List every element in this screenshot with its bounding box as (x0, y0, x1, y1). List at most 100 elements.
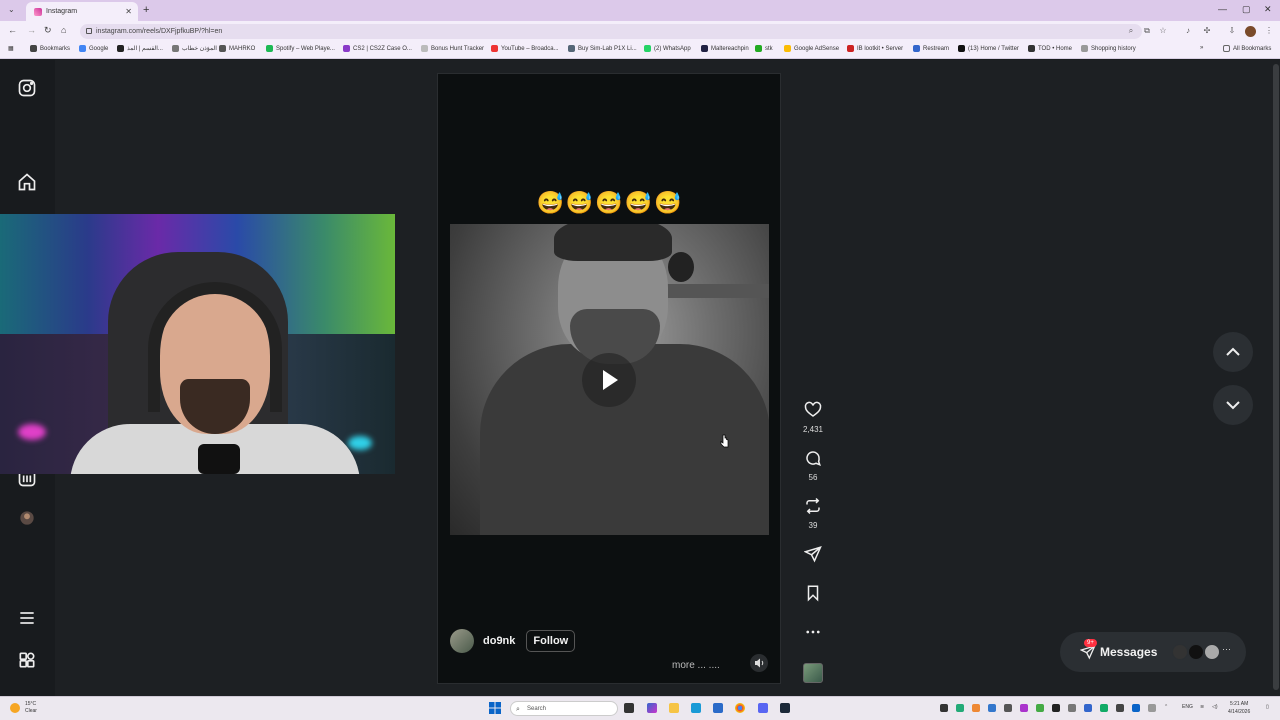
save-action[interactable] (800, 584, 826, 607)
bookmark-item[interactable]: (13) Home / Twitter (958, 45, 1019, 52)
previous-reel-button[interactable] (1213, 332, 1253, 372)
tray-app-icon[interactable] (1020, 704, 1028, 712)
tray-app-icon[interactable] (1052, 704, 1060, 712)
bookmark-item[interactable]: Bonus Hunt Tracker (421, 45, 484, 52)
next-reel-button[interactable] (1213, 385, 1253, 425)
bookmark-item[interactable]: المؤذن خطاب (172, 45, 217, 52)
browser-tab-instagram[interactable]: Instagram ✕ (26, 2, 138, 21)
downloads-icon[interactable]: ⇩ (1227, 26, 1237, 36)
instagram-logo-icon[interactable] (17, 78, 37, 98)
menu-kebab-icon[interactable]: ⋮ (1264, 26, 1274, 36)
reload-icon[interactable]: ↻ (44, 25, 52, 36)
home-icon[interactable] (17, 172, 37, 192)
tab-search-icon[interactable]: ⌄ (8, 5, 15, 14)
bookmark-item[interactable]: Google AdSense (784, 45, 839, 52)
audio-thumbnail[interactable] (803, 663, 823, 683)
page-scrollbar[interactable] (1272, 60, 1280, 696)
tray-app-icon[interactable] (940, 704, 948, 712)
media-control-icon[interactable]: ♪ (1183, 26, 1193, 36)
bookmark-item[interactable]: CS2 | CS2Z Case O... (343, 45, 412, 52)
tray-app-icon[interactable] (1132, 704, 1140, 712)
mute-button[interactable] (750, 654, 768, 672)
tray-app-icon[interactable] (972, 704, 980, 712)
zoom-icon[interactable]: ⌕ (1126, 26, 1136, 36)
reel-viewer[interactable]: 😅😅😅😅😅 do9nk Follow more ... .... (437, 73, 781, 684)
new-tab-button[interactable]: + (143, 4, 149, 16)
forward-icon[interactable]: → (27, 25, 36, 35)
bookmark-item[interactable]: MAHRKO (219, 45, 255, 52)
tray-app-icon[interactable] (1084, 704, 1092, 712)
tray-app-icon[interactable] (1100, 704, 1108, 712)
more-options-action[interactable] (800, 623, 826, 646)
tray-app-icon[interactable] (1148, 704, 1156, 712)
profile-avatar[interactable] (1245, 26, 1256, 37)
tray-app-icon[interactable] (1116, 704, 1124, 712)
bookmark-item[interactable]: القسم | المذ... (117, 45, 163, 52)
repost-action[interactable]: 39 (800, 497, 826, 530)
windows-start-icon[interactable] (489, 702, 501, 714)
store-icon[interactable] (713, 703, 723, 713)
steam-icon[interactable] (780, 703, 790, 713)
reel-video[interactable] (450, 224, 769, 535)
discord-icon[interactable] (758, 703, 768, 713)
bookmark-item[interactable]: (2) WhatsApp (644, 45, 691, 52)
tray-app-icon[interactable] (1004, 704, 1012, 712)
chrome-icon[interactable] (735, 703, 745, 713)
tray-app-icon[interactable] (988, 704, 996, 712)
bookmark-item[interactable]: Spotify – Web Playe... (266, 45, 335, 52)
caption-more-link[interactable]: more ... .... (672, 660, 720, 671)
close-tab-icon[interactable]: ✕ (125, 7, 132, 16)
notifications-icon[interactable]: ▯ (1266, 704, 1269, 710)
author-avatar[interactable] (450, 629, 474, 653)
install-app-icon[interactable]: ⧉ (1142, 26, 1152, 36)
wifi-icon[interactable]: ≋ (1200, 704, 1204, 710)
extensions-icon[interactable]: ✣ (1202, 26, 1212, 36)
tray-app-icon[interactable] (1068, 704, 1076, 712)
bookmark-item[interactable]: YouTube – Broadca... (491, 45, 559, 52)
taskbar-search-box[interactable]: ⌕ Search (510, 701, 618, 716)
maximize-icon[interactable]: ▢ (1242, 4, 1251, 15)
like-action[interactable]: 2,431 (800, 401, 826, 434)
author-username[interactable]: do9nk (483, 635, 515, 647)
more-menu-icon[interactable] (17, 608, 37, 628)
address-bar[interactable]: instagram.com/reels/DXFjpfkuBP/?hl=en (80, 24, 1142, 39)
volume-icon[interactable]: ◁) (1212, 704, 1218, 710)
system-clock[interactable]: 5:21 AM 4/14/2026 (1228, 700, 1250, 716)
show-hidden-icons[interactable]: ⌃ (1164, 704, 1168, 710)
bookmark-item[interactable]: Shopping history (1081, 45, 1136, 52)
copilot-icon[interactable] (647, 703, 657, 713)
bookmark-item[interactable]: IB lootkit • Server (847, 45, 903, 52)
apps-grid-icon[interactable]: ▦ (8, 45, 14, 52)
follow-button[interactable]: Follow (526, 630, 576, 652)
more-bookmarks-icon[interactable]: » (1200, 45, 1203, 51)
weather-widget[interactable]: 15°C Clear (25, 701, 37, 715)
bookmark-item[interactable]: Google (79, 45, 108, 52)
bookmark-item[interactable]: Restream (913, 45, 949, 52)
bookmark-item[interactable]: Buy Sim-Lab P1X Li... (568, 45, 637, 52)
weather-icon[interactable] (10, 703, 20, 713)
language-indicator[interactable]: ENG (1182, 704, 1193, 710)
profile-avatar[interactable] (17, 508, 37, 528)
messages-button[interactable]: 9+ Messages ⋯ (1060, 632, 1246, 672)
bookmark-item[interactable]: TOD • Home (1028, 45, 1072, 52)
share-action[interactable] (800, 545, 826, 568)
bookmark-item[interactable]: Maltereachpin (701, 45, 749, 52)
bookmark-star-icon[interactable]: ☆ (1158, 26, 1168, 36)
more-conversations-icon: ⋯ (1222, 644, 1231, 654)
task-view-icon[interactable] (624, 703, 634, 713)
edge-icon[interactable] (691, 703, 701, 713)
tray-app-icon[interactable] (1036, 704, 1044, 712)
also-from-meta-icon[interactable] (17, 650, 37, 670)
bookmark-item[interactable]: stk (755, 45, 773, 52)
minimize-icon[interactable]: — (1218, 4, 1227, 14)
play-button[interactable] (582, 353, 636, 407)
home-icon[interactable]: ⌂ (61, 25, 66, 35)
file-explorer-icon[interactable] (669, 703, 679, 713)
comment-action[interactable]: 56 (800, 449, 826, 482)
back-icon[interactable]: ← (8, 25, 17, 35)
site-info-icon[interactable] (86, 28, 92, 34)
tray-app-icon[interactable] (956, 704, 964, 712)
all-bookmarks-folder[interactable]: All Bookmarks (1223, 45, 1271, 52)
bookmark-item[interactable]: Bookmarks (30, 45, 70, 52)
close-window-icon[interactable]: ✕ (1264, 4, 1272, 15)
